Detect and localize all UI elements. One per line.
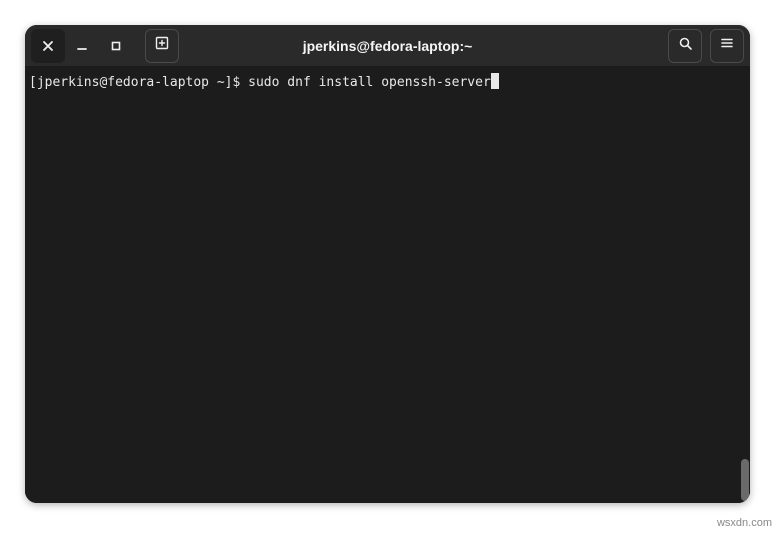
titlebar: jperkins@fedora-laptop:~ <box>25 25 750 67</box>
terminal-area[interactable]: [jperkins@fedora-laptop ~]$ sudo dnf ins… <box>25 67 750 503</box>
scrollbar[interactable] <box>738 67 750 503</box>
maximize-button[interactable] <box>99 29 133 63</box>
hamburger-icon <box>720 36 734 55</box>
command-text: sudo dnf install openssh-server <box>248 75 491 90</box>
scrollbar-thumb[interactable] <box>741 459 749 501</box>
maximize-icon <box>110 40 122 52</box>
titlebar-right <box>668 29 744 63</box>
terminal-content[interactable]: [jperkins@fedora-laptop ~]$ sudo dnf ins… <box>25 67 738 503</box>
search-icon <box>678 36 693 56</box>
search-button[interactable] <box>668 29 702 63</box>
window-controls <box>31 29 179 63</box>
terminal-window: jperkins@fedora-laptop:~ [jperkins@fedor… <box>25 25 750 503</box>
new-tab-icon <box>154 35 170 56</box>
cursor <box>491 73 499 89</box>
watermark: wsxdn.com <box>717 517 772 529</box>
close-button[interactable] <box>31 29 65 63</box>
prompt: [jperkins@fedora-laptop ~]$ <box>29 75 248 90</box>
new-tab-button[interactable] <box>145 29 179 63</box>
minimize-button[interactable] <box>65 29 99 63</box>
menu-button[interactable] <box>710 29 744 63</box>
close-icon <box>42 40 54 52</box>
minimize-icon <box>76 40 88 52</box>
